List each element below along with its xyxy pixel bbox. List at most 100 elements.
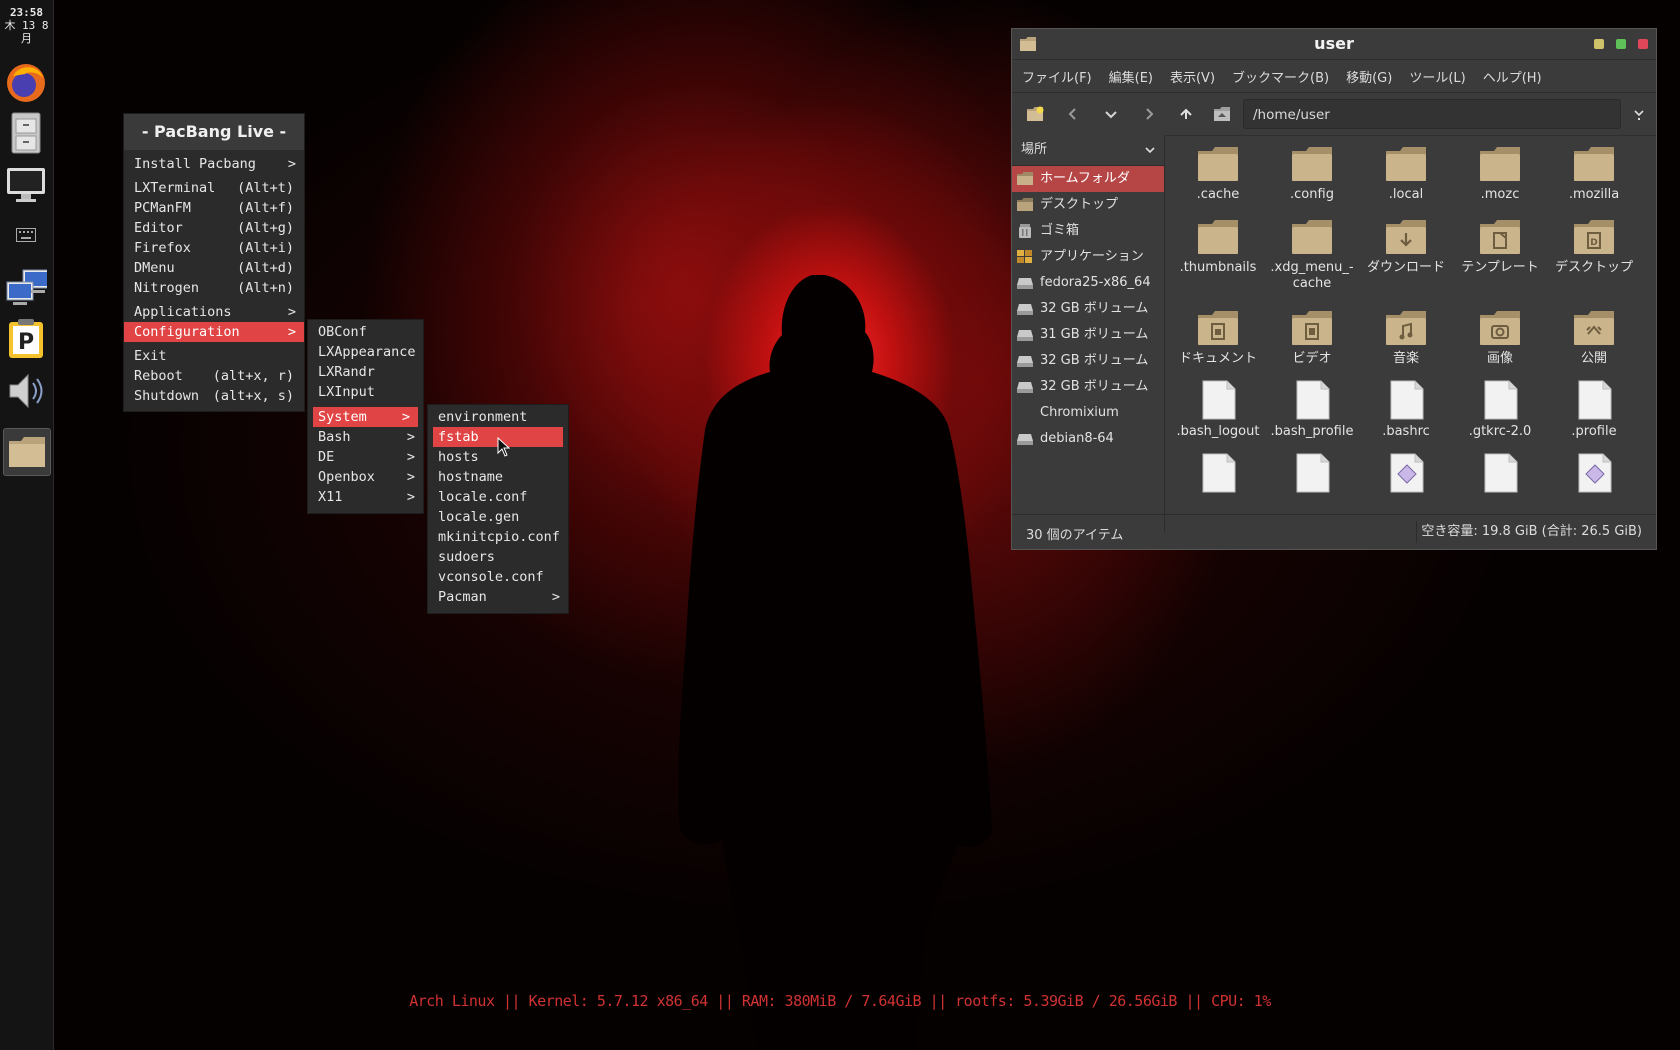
sidebar-item-volume-2[interactable]: 31 GB ボリューム: [1012, 322, 1164, 348]
menu-item-sudoers[interactable]: sudoers: [428, 547, 568, 567]
file-item[interactable]: .gtkrc-2.0: [1453, 380, 1547, 440]
sidebar-item-trash[interactable]: ゴミ箱: [1012, 218, 1164, 244]
file-item[interactable]: .local: [1359, 143, 1453, 203]
volume-icon[interactable]: [5, 370, 47, 412]
file-cabinet-icon[interactable]: [5, 112, 47, 154]
file-manager-icon[interactable]: [3, 428, 51, 476]
menu-item-lxappearance[interactable]: LXAppearance: [308, 342, 423, 362]
sidebar-item-debian8[interactable]: debian8-64: [1012, 426, 1164, 452]
menu-item-shutdown[interactable]: Shutdown (alt+x, s): [124, 386, 304, 406]
menu-item-pcmanfm[interactable]: PCManFM (Alt+f): [124, 198, 304, 218]
home-button[interactable]: [1209, 102, 1235, 126]
sidebar-item-volume-1[interactable]: 32 GB ボリューム: [1012, 296, 1164, 322]
menu-item-lxterminal[interactable]: LXTerminal (Alt+t): [124, 178, 304, 198]
file-item[interactable]: 音楽: [1359, 307, 1453, 367]
menu-item-x11[interactable]: X11 >: [308, 487, 423, 507]
sidebar-item-applications[interactable]: アプリケーション: [1012, 244, 1164, 270]
file-glyph: [1477, 453, 1523, 493]
forward-button[interactable]: [1136, 102, 1162, 126]
file-item[interactable]: D デスクトップ: [1547, 216, 1641, 276]
menu-item-pacman[interactable]: Pacman >: [428, 587, 568, 607]
minimize-button[interactable]: [1594, 39, 1604, 49]
keyboard-icon[interactable]: [5, 222, 47, 248]
menu-item-lxrandr[interactable]: LXRandr: [308, 362, 423, 382]
monitor-icon[interactable]: [5, 164, 47, 206]
file-item[interactable]: ドキュメント: [1171, 307, 1265, 367]
file-item[interactable]: .cache: [1171, 143, 1265, 203]
parent-folder-button[interactable]: [1173, 102, 1199, 126]
path-options-button[interactable]: [1626, 102, 1652, 126]
file-glyph: [1195, 380, 1241, 420]
menu-item-reboot[interactable]: Reboot (alt+x, r): [124, 366, 304, 386]
menu-item-obconf[interactable]: OBConf: [308, 322, 423, 342]
sidebar-item-chromixium[interactable]: Chromixium: [1012, 400, 1164, 426]
file-item[interactable]: .mozc: [1453, 143, 1547, 203]
back-button[interactable]: [1060, 102, 1086, 126]
menu-item-system[interactable]: System >: [313, 407, 418, 427]
file-item[interactable]: [1265, 453, 1359, 497]
menu-go[interactable]: 移動(G): [1346, 67, 1392, 86]
file-item[interactable]: [1547, 453, 1641, 497]
file-item[interactable]: [1453, 453, 1547, 497]
file-item[interactable]: .mozilla: [1547, 143, 1641, 203]
menu-view[interactable]: 表示(V): [1170, 67, 1215, 86]
sidebar-item-home[interactable]: ホームフォルダ: [1012, 166, 1164, 192]
file-item[interactable]: .xdg_menu_-cache: [1265, 216, 1359, 292]
menu-help[interactable]: ヘルプ(H): [1483, 67, 1542, 86]
menu-item-firefox[interactable]: Firefox (Alt+i): [124, 238, 304, 258]
menu-item-environment[interactable]: environment: [428, 407, 568, 427]
file-item[interactable]: .profile: [1547, 380, 1641, 440]
close-button[interactable]: [1638, 39, 1648, 49]
menu-item-de[interactable]: DE >: [308, 447, 423, 467]
sidebar-header[interactable]: 場所: [1012, 135, 1164, 166]
location-bar[interactable]: /home/user: [1243, 99, 1621, 129]
menu-item-vconsole-conf[interactable]: vconsole.conf: [428, 567, 568, 587]
history-button[interactable]: [1098, 102, 1124, 126]
menu-item-label: fstab: [438, 429, 479, 445]
menu-item-configuration[interactable]: Configuration >: [124, 322, 304, 342]
file-item[interactable]: .bashrc: [1359, 380, 1453, 440]
sidebar-item-label: debian8-64: [1040, 431, 1114, 446]
menu-item-lxinput[interactable]: LXInput: [308, 382, 423, 402]
menu-item-dmenu[interactable]: DMenu (Alt+d): [124, 258, 304, 278]
sidebar-item-fedora25[interactable]: fedora25-x86_64: [1012, 270, 1164, 296]
menu-item-openbox[interactable]: Openbox >: [308, 467, 423, 487]
menu-bookmarks[interactable]: ブックマーク(B): [1232, 67, 1329, 86]
menu-item-label: sudoers: [438, 549, 495, 565]
menu-item-editor[interactable]: Editor (Alt+g): [124, 218, 304, 238]
network-icon[interactable]: [5, 268, 47, 310]
window-titlebar[interactable]: user: [1012, 29, 1656, 60]
sidebar-item-desktop[interactable]: デスクトップ: [1012, 192, 1164, 218]
menu-item-applications[interactable]: Applications >: [124, 302, 304, 322]
file-item[interactable]: .bash_profile: [1265, 380, 1359, 440]
menu-file[interactable]: ファイル(F): [1022, 67, 1092, 86]
new-tab-button[interactable]: [1022, 102, 1048, 126]
menu-tools[interactable]: ツール(L): [1409, 67, 1465, 86]
mouse-cursor-icon: [497, 437, 511, 457]
menu-item-locale-gen[interactable]: locale.gen: [428, 507, 568, 527]
file-item[interactable]: .bash_logout: [1171, 380, 1265, 440]
file-item[interactable]: .config: [1265, 143, 1359, 203]
pacbang-icon[interactable]: P: [5, 318, 47, 360]
menu-item-locale-conf[interactable]: locale.conf: [428, 487, 568, 507]
file-item[interactable]: [1171, 453, 1265, 497]
menu-item-exit[interactable]: Exit: [124, 346, 304, 366]
file-item[interactable]: ダウンロード: [1359, 216, 1453, 276]
menu-item-nitrogen[interactable]: Nitrogen (Alt+n): [124, 278, 304, 298]
maximize-button[interactable]: [1616, 39, 1626, 49]
firefox-icon[interactable]: [5, 62, 47, 104]
folder-icon: [1574, 311, 1614, 345]
file-item[interactable]: 画像: [1453, 307, 1547, 367]
file-item[interactable]: [1359, 453, 1453, 497]
sidebar-item-volume-4[interactable]: 32 GB ボリューム: [1012, 374, 1164, 400]
menu-item-bash[interactable]: Bash >: [308, 427, 423, 447]
menu-edit[interactable]: 編集(E): [1109, 67, 1153, 86]
file-item[interactable]: 公開: [1547, 307, 1641, 367]
menu-item-hostname[interactable]: hostname: [428, 467, 568, 487]
menu-item-mkinitcpio-conf[interactable]: mkinitcpio.conf: [428, 527, 568, 547]
sidebar-item-volume-3[interactable]: 32 GB ボリューム: [1012, 348, 1164, 374]
file-item[interactable]: テンプレート: [1453, 216, 1547, 276]
file-item[interactable]: ビデオ: [1265, 307, 1359, 367]
menu-item-install-pacbang[interactable]: Install Pacbang >: [124, 154, 304, 174]
file-item[interactable]: .thumbnails: [1171, 216, 1265, 276]
